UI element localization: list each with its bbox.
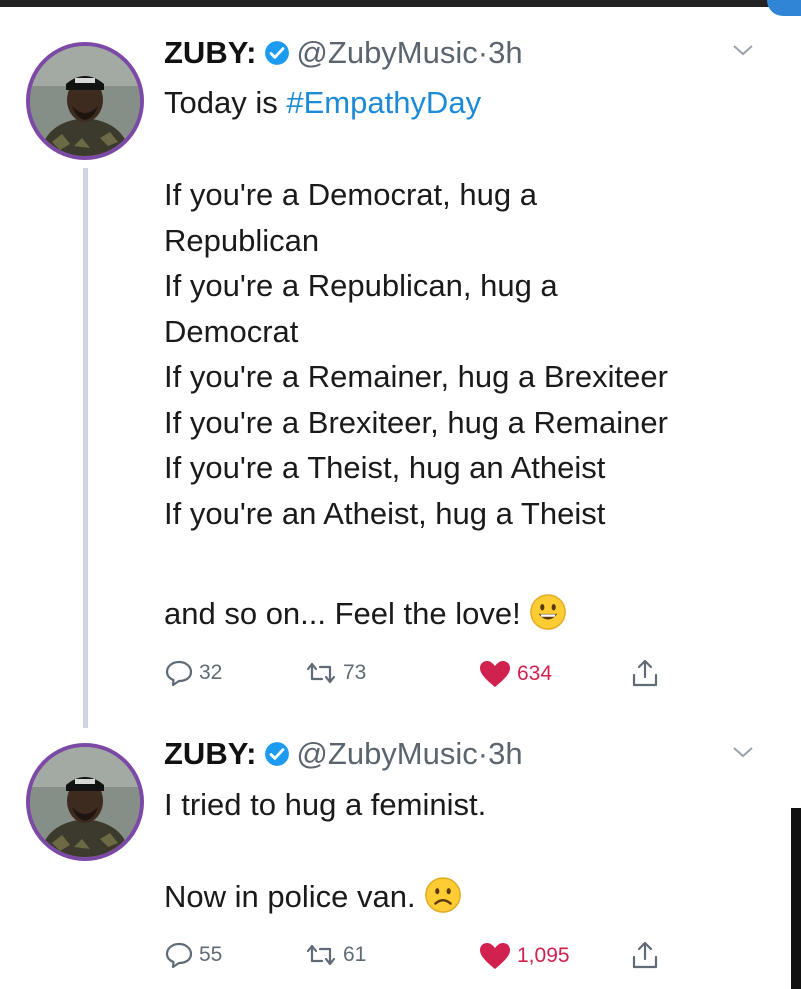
author-handle[interactable]: @ZubyMusic [296,35,477,70]
author-name[interactable]: ZUBY: [164,35,256,70]
tweet-line: If you're a Brexiteer, hug a Remainer [164,404,668,440]
tweet-text-line: I tried to hug a feminist. [164,787,487,822]
heart-icon [480,661,510,687]
verified-badge-icon [265,742,290,766]
chevron-down-icon[interactable] [731,42,755,58]
tweet-line: If you're a Democrat, hug a [164,177,537,212]
reply-button[interactable]: 32 [164,659,222,687]
tweet-line: If you're a Republican, hug a [164,268,558,303]
chevron-down-icon[interactable] [731,744,755,760]
tweet-closing-text: and so on... Feel the love! [164,596,521,631]
verified-badge-icon [265,41,290,65]
author-name[interactable]: ZUBY: [164,736,256,771]
reply-icon [165,942,193,969]
like-count: 1,095 [517,944,570,967]
tweet-line: Democrat [164,313,299,349]
tweet-first-line: Today is #EmpathyDay [164,80,481,126]
author-handle[interactable]: @ZubyMusic [296,736,477,771]
avatar-image [30,747,140,857]
tweet-header: ZUBY: @ZubyMusic·3h [164,734,523,774]
timestamp[interactable]: 3h [488,35,522,70]
share-button[interactable] [630,939,665,971]
share-icon [632,941,658,969]
retweet-button[interactable]: 61 [304,941,366,969]
tweet-text-line: Now in police van. [164,879,416,914]
tweet-closing-line: and so on... Feel the love! [164,591,567,637]
like-count: 634 [517,662,553,685]
image-edge-shadow [791,808,801,989]
tweet-line: If you're an Atheist, hug a Theist [164,495,606,531]
hashtag-link[interactable]: #EmpathyDay [286,85,481,120]
retweet-count: 73 [343,661,367,684]
avatar[interactable] [26,42,144,160]
avatar-image [30,46,140,156]
like-button[interactable]: 1,095 [478,941,570,971]
grinning-face-emoji-icon [529,594,566,630]
reply-count: 55 [199,943,223,966]
tweet-body: If you're a Democrat, hug a Republican I… [164,172,668,536]
tweet-line: Republican [164,222,320,258]
retweet-button[interactable]: 73 [304,659,366,687]
tweet-line: If you're a Remainer, hug a Brexiteer [164,359,668,394]
share-button[interactable] [630,657,665,689]
heart-icon [480,943,510,969]
separator-dot: · [477,35,489,70]
separator-dot: · [477,736,489,771]
like-button[interactable]: 634 [478,659,552,689]
tweet-text-prefix: Today is [164,85,278,120]
retweet-icon [306,662,336,684]
timestamp[interactable]: 3h [488,736,522,771]
thread-connector-line [83,168,88,728]
reply-icon [165,660,193,687]
reply-button[interactable]: 55 [164,941,222,969]
corner-badge [767,0,801,16]
share-icon [632,659,658,687]
tweet-line: If you're a Theist, hug an Atheist [164,450,606,485]
avatar[interactable] [26,743,144,861]
retweet-count: 61 [343,943,367,966]
frowning-face-emoji-icon [424,877,461,913]
reply-count: 32 [199,661,223,684]
tweet-header: ZUBY: @ZubyMusic·3h [164,33,523,73]
top-edge-bar [0,0,801,7]
tweet-closing-line: Now in police van. [164,874,462,920]
retweet-icon [306,944,336,966]
